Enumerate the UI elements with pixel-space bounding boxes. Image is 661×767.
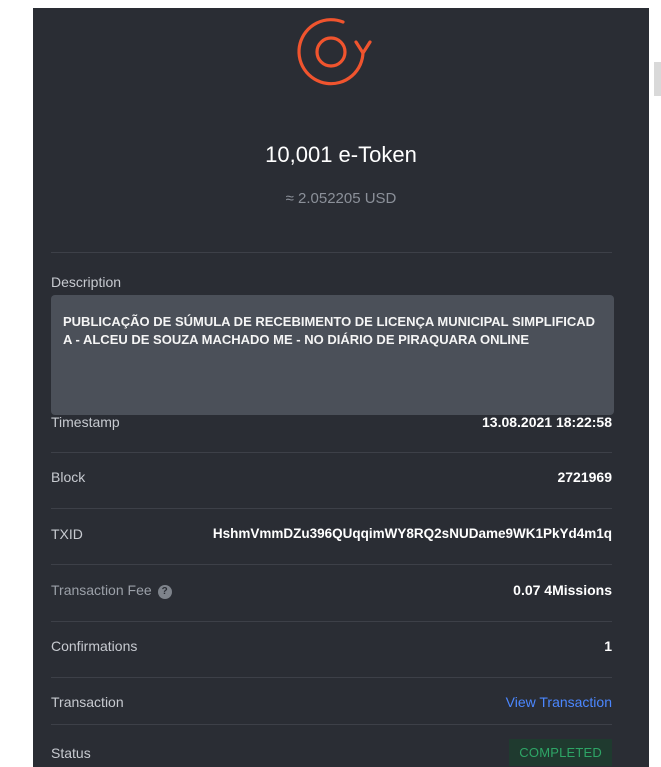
transaction-fee-label: Transaction Fee — [51, 582, 152, 598]
confirmations-row: Confirmations 1 — [51, 638, 612, 658]
description-text: PUBLICAÇÃO DE SÚMULA DE RECEBIMENTO DE L… — [63, 314, 596, 347]
status-label: Status — [51, 745, 91, 761]
timestamp-label: Timestamp — [51, 414, 120, 430]
fiat-equivalent: ≈ 2.052205 USD — [285, 190, 397, 207]
timestamp-value: 13.08.2021 18:22:58 — [482, 414, 612, 430]
divider — [51, 724, 612, 725]
confirmations-label: Confirmations — [51, 638, 138, 654]
divider — [51, 621, 612, 622]
txid-label: TXID — [51, 526, 83, 542]
divider — [51, 452, 612, 453]
description-box: PUBLICAÇÃO DE SÚMULA DE RECEBIMENTO DE L… — [51, 295, 614, 415]
question-circle-icon[interactable]: ? — [157, 585, 172, 599]
scrollbar-thumb[interactable] — [654, 62, 661, 96]
block-label: Block — [51, 469, 86, 485]
txid-value[interactable]: HshmVmmDZu396QUqqimWY8RQ2sNUDame9WK1PkYd… — [213, 526, 612, 541]
transaction-fee-row: Transaction Fee? 0.07 4Missions — [51, 582, 612, 602]
transaction-amount: 10,001 e-Token — [265, 142, 417, 167]
divider — [51, 677, 612, 678]
transaction-details-panel: 10,001 e-Token ≈ 2.052205 USD Descriptio… — [33, 8, 649, 767]
divider — [51, 564, 612, 565]
block-row: Block 2721969 — [51, 469, 612, 489]
transaction-fee-label-group: Transaction Fee? — [51, 582, 172, 599]
view-transaction-link[interactable]: View Transaction — [506, 694, 612, 710]
page-margin — [649, 8, 661, 767]
txid-row: TXID HshmVmmDZu396QUqqimWY8RQ2sNUDame9WK… — [51, 526, 612, 546]
transaction-fee-value: 0.07 4Missions — [513, 582, 612, 598]
transaction-label: Transaction — [51, 694, 124, 710]
refresh-status-icon — [297, 18, 372, 86]
divider — [51, 252, 612, 253]
transaction-row: Transaction View Transaction — [51, 694, 612, 714]
status-badge: COMPLETED — [509, 739, 612, 766]
divider — [51, 508, 612, 509]
confirmations-value: 1 — [604, 638, 612, 654]
description-label: Description — [51, 274, 122, 290]
status-row: Status COMPLETED — [51, 739, 612, 766]
block-value: 2721969 — [557, 469, 612, 485]
timestamp-row: Timestamp 13.08.2021 18:22:58 — [51, 414, 612, 434]
